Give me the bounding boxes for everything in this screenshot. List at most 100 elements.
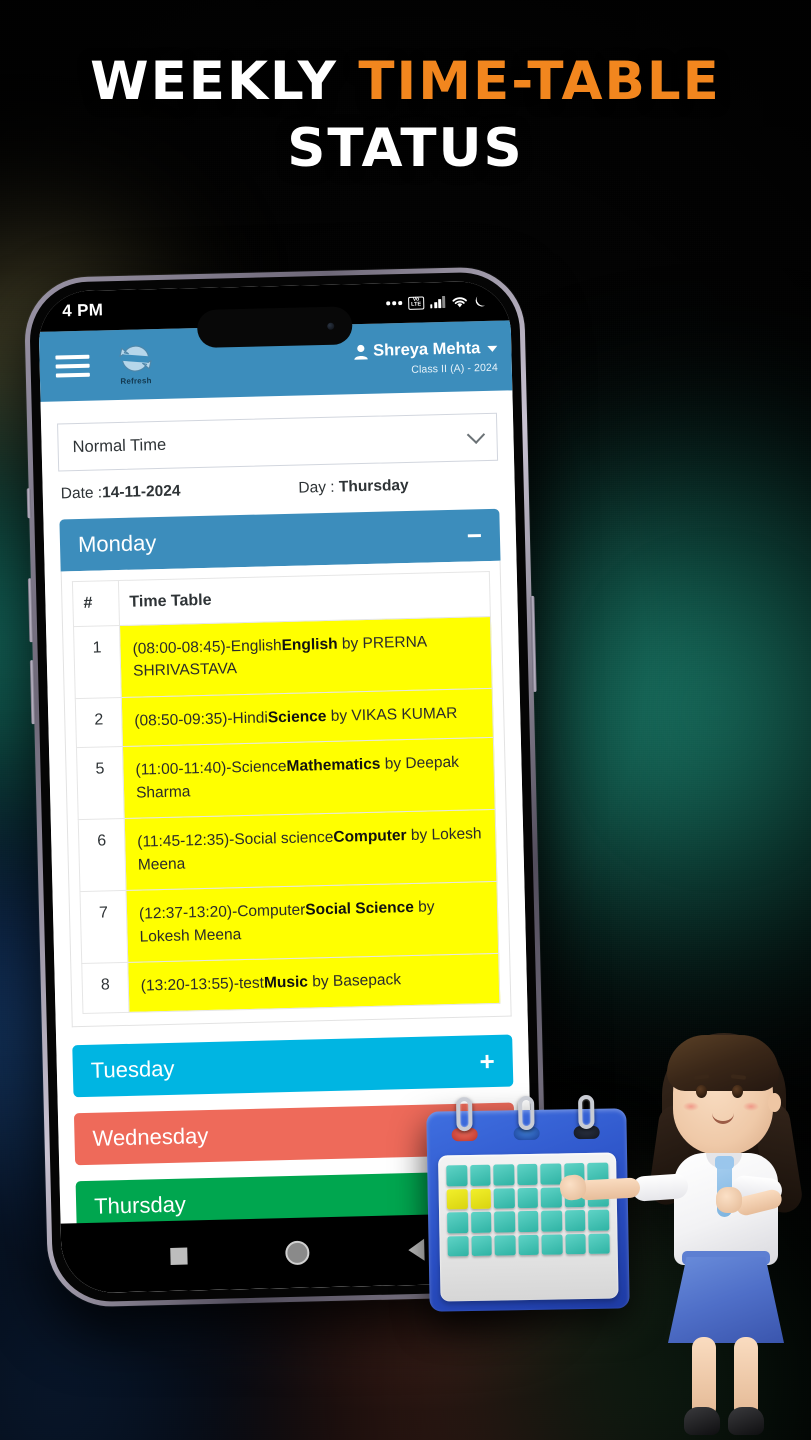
title-word-timetable: TIME-TABLE [358, 51, 721, 112]
row-time-slot: (11:45-12:35)-Social science [137, 829, 334, 851]
row-teacher: by Basepack [307, 971, 402, 991]
row-subject: Music [263, 973, 309, 992]
calendar-cell [518, 1234, 540, 1256]
table-row: 6 (11:45-12:35)-Social scienceComputer by… [78, 809, 497, 892]
date-value: 14-11-2024 [101, 482, 181, 502]
calendar-cell [540, 1163, 562, 1185]
home-circle-icon[interactable] [285, 1240, 311, 1266]
back-triangle-icon[interactable] [407, 1238, 425, 1262]
character-eye-left [696, 1085, 707, 1098]
calendar-cell [588, 1209, 610, 1231]
row-subject: Social Science [305, 899, 415, 919]
character-cheek-right [743, 1102, 759, 1111]
more-dots-icon [386, 301, 403, 306]
calendar-cell [494, 1211, 516, 1233]
title-word-weekly: WEEKLY [90, 51, 359, 112]
row-subject: Mathematics [286, 756, 381, 776]
calendar-ring-3 [578, 1094, 595, 1130]
timetable: # Time Table 1 (08:00-08:45)-EnglishEngli… [72, 571, 500, 1014]
calendar-cell-highlighted [470, 1188, 492, 1210]
chevron-down-icon[interactable] [487, 345, 498, 352]
calendar-cell [541, 1234, 563, 1256]
accordion-label-tuesday: Tuesday [90, 1055, 175, 1083]
calendar-cell [493, 1164, 515, 1186]
calendar-ring-2 [518, 1095, 535, 1131]
row-timetable-entry: (08:50-09:35)-HindiScience by VIKAS KUMA… [121, 688, 494, 747]
calendar-cell [588, 1233, 610, 1255]
row-subject: Computer [333, 827, 407, 847]
character-necktie-knot [715, 1156, 734, 1169]
header-user-block[interactable]: Shreya Mehta Class II (A) - 2024 [353, 329, 498, 378]
character-hand-right [716, 1187, 742, 1213]
phone-silent-switch[interactable] [26, 488, 32, 519]
timetable-body: 1 (08:00-08:45)-EnglishEnglish by PRERNA … [73, 616, 500, 1014]
calendar-cell [447, 1212, 468, 1234]
dnd-moon-icon [475, 296, 486, 307]
calendar-cell [447, 1235, 469, 1257]
phone-volume-up-button[interactable] [27, 578, 34, 643]
calendar-cell [541, 1210, 563, 1232]
recents-square-icon[interactable] [170, 1247, 188, 1265]
date-label: Date : [60, 484, 103, 503]
user-row[interactable]: Shreya Mehta [353, 339, 498, 362]
day-value: Thursday [338, 476, 409, 496]
hamburger-icon[interactable] [55, 354, 90, 378]
row-timetable-entry: (11:45-12:35)-Social scienceComputer by … [124, 809, 497, 891]
wifi-icon [452, 296, 467, 307]
status-bar-clock: 4 PM [62, 300, 104, 321]
character-hair-fringe [667, 1035, 779, 1091]
calendar-cell [564, 1210, 586, 1232]
row-time-slot: (08:00-08:45)-English [132, 637, 282, 658]
row-index: 2 [75, 697, 123, 749]
calendar-3d-illustration [426, 1094, 630, 1312]
row-teacher: by VIKAS KUMAR [326, 704, 458, 725]
refresh-label: Refresh [120, 376, 152, 386]
refresh-button[interactable]: Refresh [109, 341, 162, 386]
calendar-page [438, 1152, 619, 1302]
row-time-slot: (13:20-13:55)-test [140, 974, 265, 995]
calendar-cell [446, 1165, 468, 1186]
row-timetable-entry: (11:00-11:40)-ScienceMathematics by Deep… [122, 737, 496, 819]
row-index: 7 [80, 890, 128, 964]
accordion-header-tuesday[interactable]: Tuesday + [72, 1034, 514, 1097]
front-camera-icon [327, 322, 335, 330]
phone-notch [196, 306, 353, 349]
calendar-cell [540, 1186, 562, 1208]
time-mode-select[interactable]: Normal Time [57, 412, 499, 472]
calendar-ring-1 [456, 1096, 473, 1132]
character-eye-right [732, 1085, 743, 1098]
day-label: Day : [298, 478, 340, 497]
table-row: 7 (12:37-13:20)-ComputerSocial Science by… [80, 881, 499, 964]
accordion-toggle-icon-monday[interactable]: − [466, 520, 482, 550]
calendar-cell [565, 1233, 587, 1255]
table-row: 1 (08:00-08:45)-EnglishEnglish by PRERNA … [73, 616, 493, 699]
table-row: 8 (13:20-13:55)-testMusic by Basepack [81, 953, 500, 1014]
poster-title: WEEKLY TIME-TABLE STATUS [0, 55, 811, 175]
calendar-cell [493, 1187, 515, 1209]
row-subject: Science [267, 707, 327, 727]
day-group: Day : Thursday [298, 477, 409, 498]
row-index: 8 [81, 962, 129, 1014]
accordion-toggle-icon-tuesday[interactable]: + [479, 1046, 495, 1076]
row-index: 6 [78, 818, 126, 892]
calendar-cell [470, 1211, 492, 1233]
row-subject: English [281, 635, 338, 655]
character-shoe-right [728, 1407, 764, 1435]
calendar-cell [517, 1210, 539, 1232]
calendar-cell [469, 1164, 491, 1186]
user-avatar-icon [354, 344, 368, 360]
character-shoe-left [684, 1407, 720, 1435]
date-day-row: Date :14-11-2024 Day : Thursday [61, 475, 497, 504]
row-timetable-entry: (13:20-13:55)-testMusic by Basepack [127, 953, 500, 1013]
character-forearm-left [577, 1177, 641, 1201]
signal-bars-icon [430, 295, 446, 309]
row-index: 1 [73, 625, 122, 699]
title-line-1: WEEKLY TIME-TABLE [0, 55, 811, 108]
character-cheek-left [683, 1102, 699, 1111]
column-header-index: # [72, 580, 120, 627]
calendar-cell [517, 1187, 539, 1209]
refresh-icon [119, 345, 152, 372]
row-timetable-entry: (08:00-08:45)-EnglishEnglish by PRERNA S… [119, 616, 493, 698]
time-mode-value: Normal Time [72, 435, 167, 456]
phone-volume-down-button[interactable] [29, 660, 36, 725]
